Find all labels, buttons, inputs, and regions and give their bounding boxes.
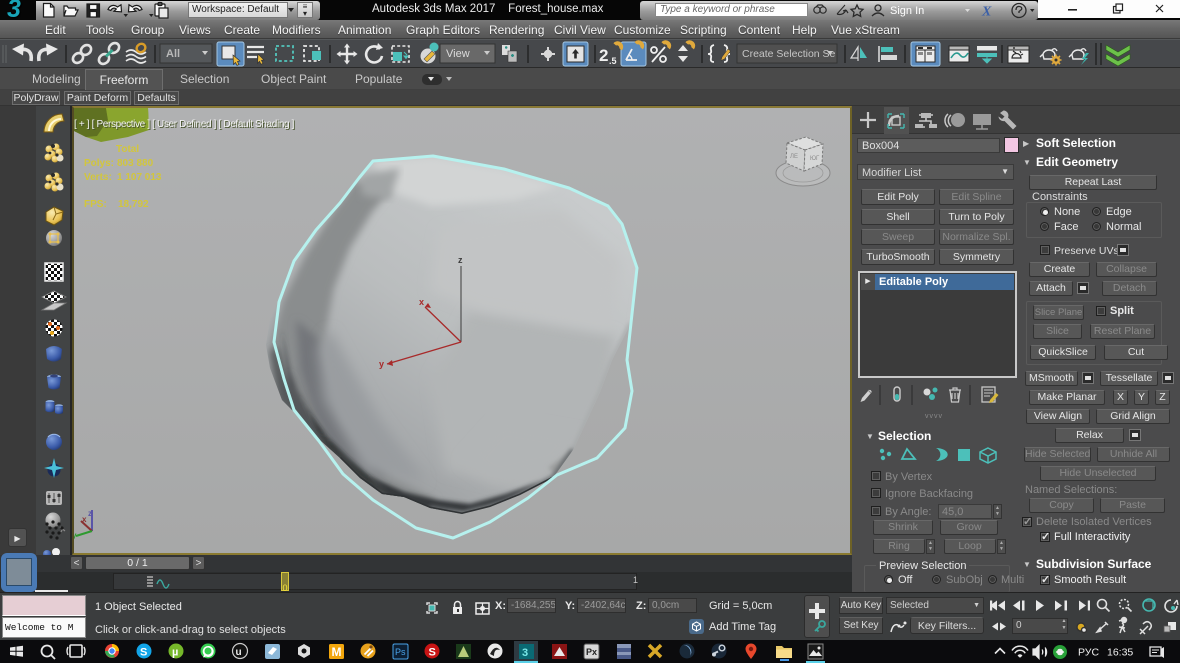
svg-text:1 107 013: 1 107 013 [117,172,162,183]
svg-text:View: View [446,48,470,60]
svg-text:.5: .5 [609,56,617,66]
svg-text:803 880: 803 880 [117,158,154,169]
svg-text:2: 2 [599,46,608,65]
svg-text:S: S [429,647,436,659]
svg-text:Create Selection Se: Create Selection Se [742,48,836,60]
svg-text:ЛЕ: ЛЕ [790,154,798,160]
svg-text:РУС: РУС [1078,647,1099,659]
svg-text:z: z [458,255,463,265]
svg-text:Px: Px [586,647,597,657]
svg-text:18,792: 18,792 [118,199,149,210]
svg-text:Verts:: Verts: [84,172,112,183]
svg-text:[ + ] [ Perspective ] [ User D: [ + ] [ Perspective ] [ User Defined ] [… [74,119,295,130]
svg-text:FPS:: FPS: [84,199,107,210]
svg-text:S: S [140,647,147,659]
svg-text:ЮГ: ЮГ [810,156,820,162]
svg-text:z: z [88,509,92,518]
svg-text:X: X [981,5,992,20]
svg-text:3: 3 [522,647,528,659]
svg-text:x: x [82,515,87,524]
svg-text:µ: µ [172,647,178,659]
svg-text:M: M [332,645,342,659]
svg-text:Total: Total [116,144,139,155]
svg-text:x: x [419,297,424,307]
svg-text:u: u [236,647,242,658]
svg-text:Polys:: Polys: [84,158,114,169]
svg-text:Ps: Ps [395,647,406,657]
svg-text:y: y [379,359,384,369]
svg-text:All: All [166,48,180,60]
svg-text:16:35: 16:35 [1107,647,1133,659]
svg-text:Sign In: Sign In [890,5,924,17]
